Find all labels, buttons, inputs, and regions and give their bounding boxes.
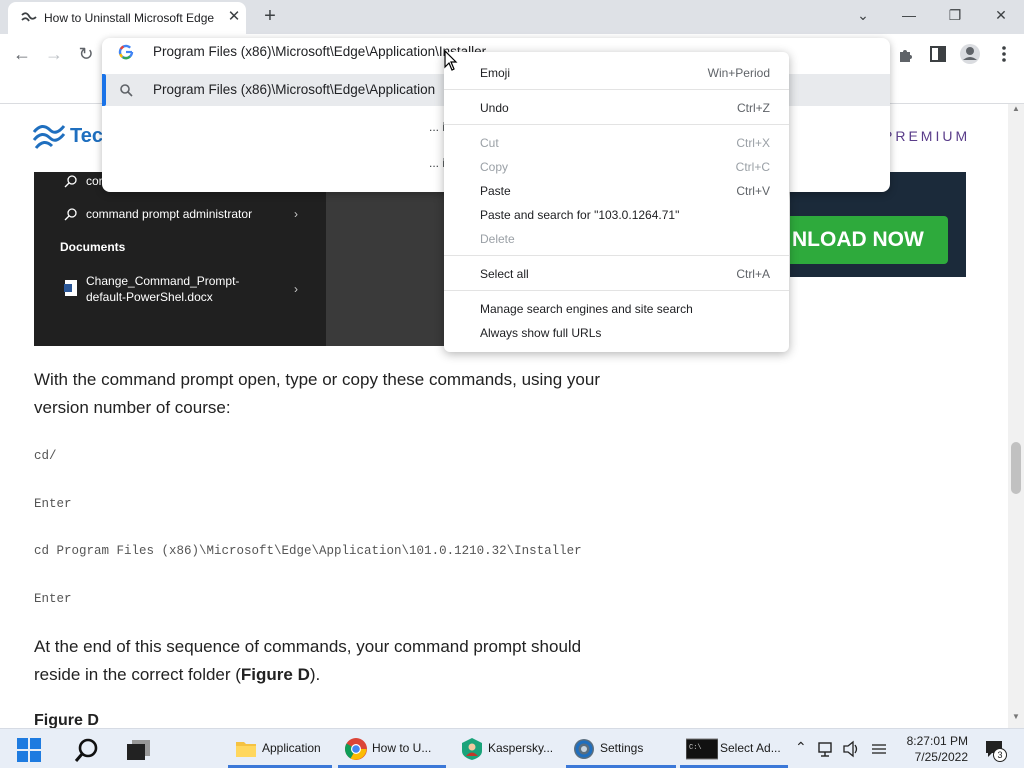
forward-button[interactable]: → (40, 40, 68, 68)
paragraph-line: At the end of this sequence of commands,… (34, 637, 582, 656)
body-paragraph: With the command prompt open, type or co… (34, 366, 654, 422)
omnibox-suggestion[interactable]: ... i (429, 156, 445, 170)
menu-divider (444, 124, 789, 125)
menu-item-manage-search-engines[interactable]: Manage search engines and site search (480, 298, 770, 320)
download-now-button[interactable]: NLOAD NOW (790, 216, 948, 264)
document-name-line2: default-PowerShel.docx (86, 290, 213, 304)
tab-close-icon[interactable]: ✕ (225, 8, 243, 26)
svg-text:C:\: C:\ (689, 744, 702, 752)
menu-item-emoji[interactable]: Emoji Win+Period (480, 62, 770, 84)
search-result-item: command prompt administrator (86, 207, 253, 221)
clock-time: 8:27:01 PM (906, 734, 968, 748)
code-line: cd Program Files (x86)\Microsoft\Edge\Ap… (34, 544, 582, 558)
mouse-cursor-icon (444, 50, 458, 71)
taskbar-app-settings[interactable]: Settings (566, 729, 676, 769)
documents-heading: Documents (60, 240, 126, 254)
taskbar-app-label: Select Ad... (720, 741, 781, 755)
word-document-icon (64, 280, 77, 296)
chevron-right-icon: › (294, 207, 298, 221)
menu-item-undo[interactable]: Undo Ctrl+Z (480, 97, 770, 119)
taskbar-app-file-explorer[interactable]: Application (228, 729, 332, 769)
back-button[interactable]: ← (8, 40, 36, 68)
search-icon (120, 84, 133, 97)
search-icon (64, 208, 77, 221)
taskbar-app-chrome[interactable]: How to U... (338, 729, 446, 769)
chrome-icon (345, 738, 367, 760)
chevron-right-icon: › (294, 282, 298, 296)
context-menu: Emoji Win+Period Undo Ctrl+Z Cut Ctrl+X Cop… (444, 52, 789, 352)
tab-title: How to Uninstall Microsoft Edge (44, 11, 215, 25)
windows-start-icon[interactable] (16, 737, 42, 763)
volume-icon[interactable] (842, 740, 860, 758)
menu-divider (444, 89, 789, 90)
menu-item-copy: Copy Ctrl+C (480, 160, 770, 174)
side-panel-icon[interactable] (924, 40, 952, 68)
menu-item-select-all[interactable]: Select all Ctrl+A (480, 263, 770, 285)
profile-avatar-icon[interactable] (956, 40, 984, 68)
selection-indicator (102, 74, 106, 106)
omnibox-suggestion[interactable]: ... i (429, 120, 445, 134)
restore-button[interactable]: ❐ (932, 0, 978, 30)
code-line: cd/ (34, 449, 57, 463)
document-name-line1: Change_Command_Prompt- (86, 274, 240, 288)
code-line: Enter (34, 497, 72, 511)
menu-item-delete: Delete (480, 232, 515, 246)
page-scrollbar[interactable]: ▲ ▼ (1008, 104, 1024, 728)
techrepublic-logo[interactable]: Tec (32, 118, 112, 160)
task-view-icon[interactable] (126, 738, 152, 762)
folder-icon (236, 742, 256, 757)
menu-item-paste-and-search[interactable]: Paste and search for "103.0.1264.71" (480, 204, 770, 226)
tab-strip: How to Uninstall Microsoft Edge ✕ + ⌄ — … (0, 0, 1024, 34)
google-g-icon (118, 44, 134, 60)
browser-menu-icon[interactable] (990, 40, 1018, 68)
taskbar-app-label: How to U... (372, 741, 432, 755)
extensions-puzzle-icon[interactable] (892, 40, 920, 68)
kaspersky-icon (462, 738, 482, 760)
paragraph-line: reside in the correct folder (Figure D). (34, 665, 321, 684)
taskbar-app-label: Application (262, 741, 321, 755)
suggestion-text: Program Files (x86)\Microsoft\Edge\Appli… (153, 82, 436, 97)
figure-reference: Figure D (240, 665, 310, 684)
taskbar-app-label: Kaspersky... (488, 741, 554, 755)
address-bar-input[interactable]: Program Files (x86)\Microsoft\Edge\Appli… (153, 44, 486, 59)
code-line: Enter (34, 592, 72, 606)
pen-settings-icon[interactable] (870, 740, 888, 758)
menu-divider (444, 290, 789, 291)
new-tab-button[interactable]: + (258, 4, 282, 28)
taskbar-app-command-prompt[interactable]: C:\ Select Ad... (680, 729, 788, 769)
scroll-thumb[interactable] (1011, 442, 1021, 494)
minimize-button[interactable]: — (886, 0, 932, 30)
site-favicon-icon (21, 12, 37, 22)
menu-item-always-show-full-urls[interactable]: Always show full URLs (480, 322, 770, 344)
reload-button[interactable]: ↻ (72, 40, 100, 68)
search-result-item: cor (86, 174, 103, 188)
scroll-down-arrow-icon[interactable]: ▼ (1008, 712, 1024, 726)
windows-taskbar: Application How to U... Kaspersky... Set… (0, 728, 1024, 768)
search-icon (64, 175, 77, 188)
paragraph-line: version number of course: (34, 398, 231, 417)
svg-text:Tec: Tec (70, 125, 103, 147)
network-icon[interactable] (818, 740, 836, 758)
menu-item-cut: Cut Ctrl+X (480, 136, 770, 150)
menu-item-paste[interactable]: Paste Ctrl+V (480, 180, 770, 202)
gear-icon (574, 739, 594, 759)
menu-divider (444, 255, 789, 256)
search-icon[interactable] (73, 736, 101, 764)
search-results-panel: cor command prompt administrator › Docum… (34, 172, 326, 346)
taskbar-app-label: Settings (600, 741, 644, 755)
taskbar-app-kaspersky[interactable]: Kaspersky... (454, 729, 560, 769)
browser-tab[interactable]: How to Uninstall Microsoft Edge ✕ (8, 2, 246, 34)
premium-label[interactable]: PREMIUM (883, 128, 970, 144)
paragraph-line: With the command prompt open, type or co… (34, 370, 600, 389)
tab-search-chevron-icon[interactable]: ⌄ (840, 0, 886, 30)
chevron-up-icon[interactable]: ⌃ (795, 739, 807, 756)
scroll-up-arrow-icon[interactable]: ▲ (1008, 104, 1024, 118)
command-prompt-icon: C:\ (686, 738, 718, 760)
system-clock[interactable]: 8:27:01 PM 7/25/2022 (898, 733, 968, 765)
body-paragraph: At the end of this sequence of commands,… (34, 633, 654, 689)
screenshot-image: cor command prompt administrator › Docum… (34, 172, 444, 346)
clock-date: 7/25/2022 (914, 750, 968, 764)
notification-count-badge: 3 (993, 748, 1007, 762)
close-window-button[interactable]: ✕ (978, 0, 1024, 30)
